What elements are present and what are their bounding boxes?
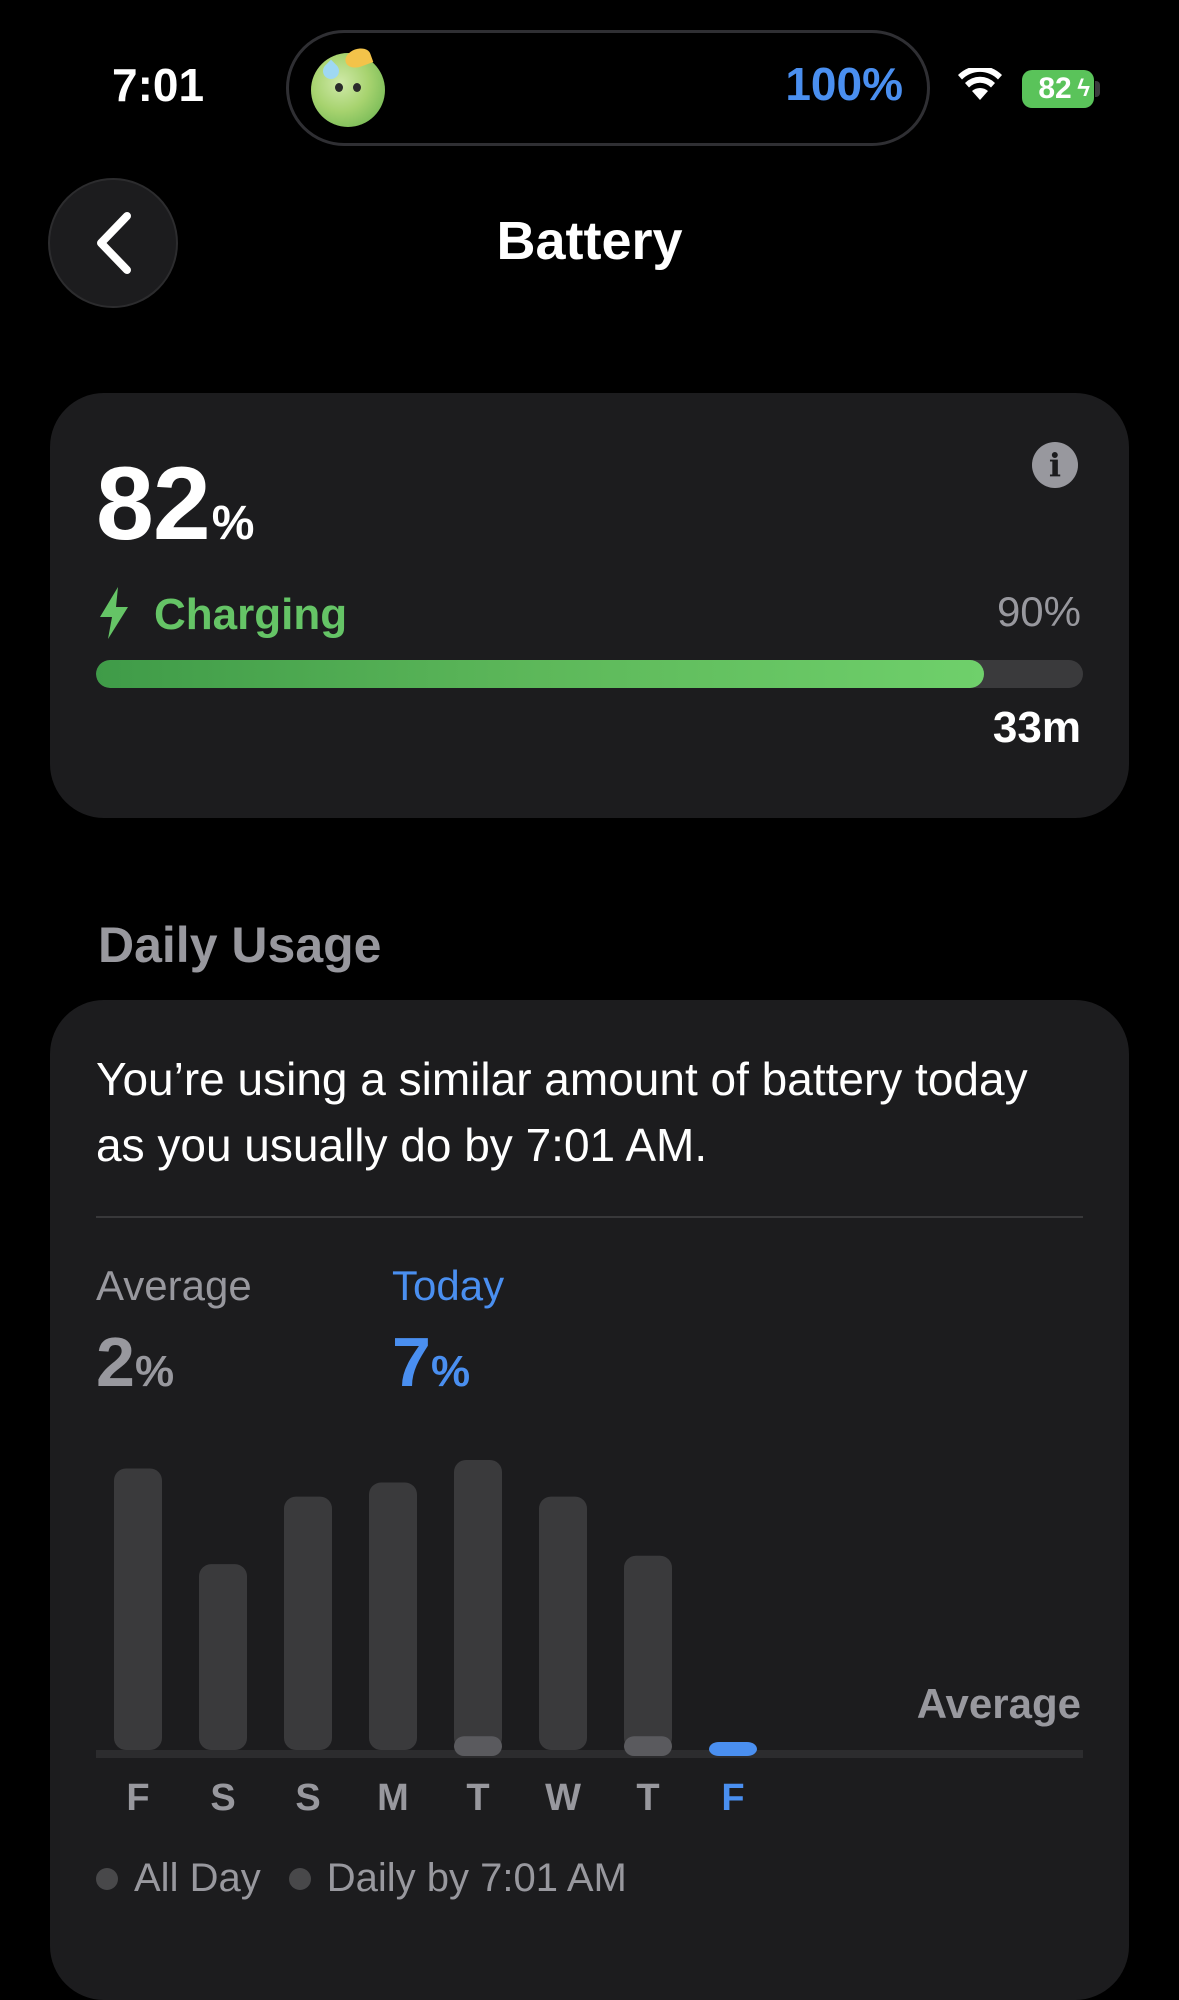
app-avatar-icon [311,45,385,127]
daily-usage-chart[interactable]: FSSMTWTF [96,1440,1086,1820]
chart-baseline [96,1750,1083,1758]
status-battery-icon: 82 ϟ [1022,70,1094,108]
time-remaining: 33m [992,703,1081,752]
island-percent: 100% [785,58,903,110]
legend-all-day: All Day [134,1856,261,1900]
divider [96,1216,1083,1218]
info-icon[interactable]: i [1032,442,1078,488]
lightning-bolt-icon [100,587,128,639]
x-tick-label: T [466,1777,489,1819]
bar-daily-by-time[interactable] [709,1742,757,1756]
battery-level-value: 82 [96,446,211,562]
average-value: 2% [96,1322,174,1402]
status-battery-level: 82 [1038,72,1072,105]
legend-dot-all-day [96,1867,118,1890]
battery-tip [1095,81,1100,97]
charging-status: Charging [154,590,348,639]
battery-bolt-icon: ϟ [1077,75,1090,102]
bar-all-day[interactable] [284,1496,332,1750]
bar-all-day[interactable] [454,1460,502,1750]
battery-level-unit: % [211,497,255,550]
x-tick-label: S [210,1777,235,1819]
battery-percentage: 82% [96,445,255,564]
charge-progress-fill [96,660,985,688]
chart-legend: All Day Daily by 7:01 AM [96,1856,627,1901]
bar-all-day[interactable] [114,1468,162,1750]
bar-daily-by-time[interactable] [454,1736,502,1756]
charge-limit: 90% [996,588,1081,635]
x-tick-label: W [545,1777,581,1819]
chart-average-label: Average [916,1680,1081,1727]
bar-all-day[interactable] [539,1496,587,1750]
legend-dot-daily-by [288,1867,311,1890]
section-title-daily-usage: Daily Usage [98,917,382,973]
average-label: Average [96,1262,252,1309]
charge-progress-bar [96,660,1083,688]
legend-daily-by: Daily by 7:01 AM [326,1856,627,1900]
today-percent-sign: % [430,1347,471,1396]
x-tick-label: T [636,1777,659,1819]
dynamic-island[interactable]: 100% [286,30,930,146]
today-value: 7% [392,1322,470,1402]
bar-all-day[interactable] [369,1482,417,1750]
x-tick-label: S [295,1777,320,1819]
today-label: Today [392,1262,505,1309]
status-time: 7:01 [112,59,205,111]
bar-all-day[interactable] [624,1555,672,1750]
average-number: 2 [96,1323,135,1401]
page-title: Battery [496,211,683,271]
usage-summary: You’re using a similar amount of battery… [96,1053,1028,1171]
x-tick-label: F [721,1777,744,1819]
bar-all-day[interactable] [199,1564,247,1750]
average-percent-sign: % [134,1347,175,1396]
x-tick-label: M [377,1777,409,1819]
bar-daily-by-time[interactable] [624,1736,672,1756]
today-number: 7 [392,1323,431,1401]
x-tick-label: F [126,1777,149,1819]
wifi-icon [958,68,1002,100]
